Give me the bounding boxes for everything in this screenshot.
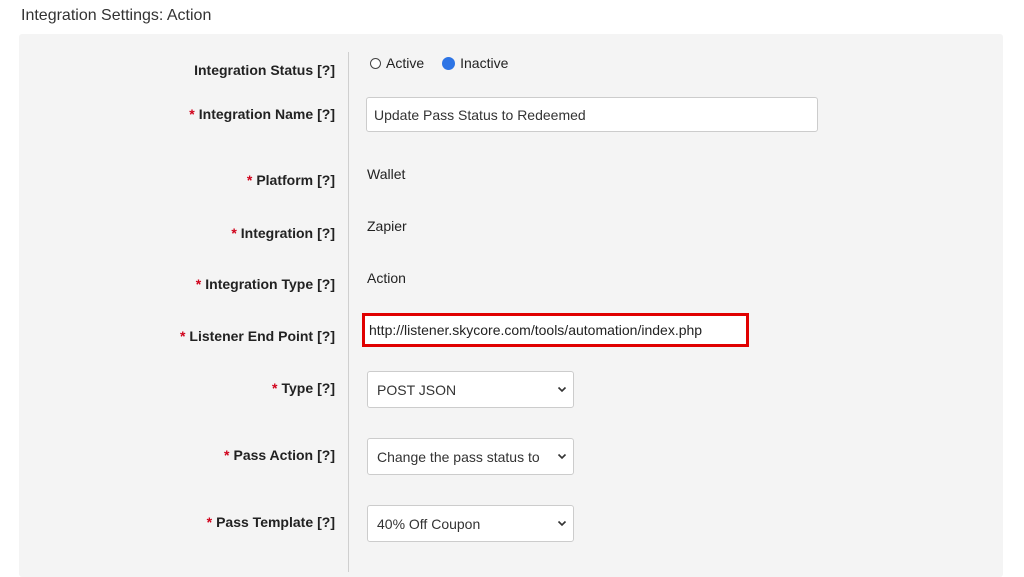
listener-endpoint-highlight: http://listener.skycore.com/tools/automa… (362, 313, 749, 347)
radio-inactive[interactable] (442, 56, 456, 70)
status-option-inactive[interactable]: Inactive (442, 55, 508, 71)
status-option-inactive-label: Inactive (460, 55, 509, 71)
type-label: * Type [?] (272, 380, 335, 396)
pass-template-label: * Pass Template [?] (207, 514, 335, 530)
integration-status-label: Integration Status [?] (194, 62, 335, 78)
label-text: Integration Type (205, 276, 314, 292)
label-text: Integration (240, 225, 314, 241)
listener-endpoint-value: http://listener.skycore.com/tools/automa… (369, 322, 703, 338)
chevron-down-icon (557, 453, 567, 460)
required-mark: * (195, 276, 202, 292)
required-mark: * (272, 380, 278, 396)
help-link[interactable]: [?] (317, 328, 335, 344)
integration-type-label: * Integration Type [?] (196, 276, 335, 292)
help-link[interactable]: [?] (317, 225, 335, 241)
integration-name-label: * Integration Name [?] (189, 106, 335, 122)
label-text: Listener End Point (189, 328, 314, 344)
pass-template-select[interactable]: 40% Off Coupon (367, 505, 574, 542)
integration-name-input[interactable] (366, 97, 818, 132)
listener-endpoint-label: * Listener End Point [?] (180, 328, 335, 344)
pass-template-selected-value: 40% Off Coupon (377, 516, 481, 532)
help-link[interactable]: [?] (317, 106, 335, 122)
platform-label: * Platform [?] (247, 172, 335, 188)
chevron-down-icon (557, 386, 567, 393)
label-text: Type (281, 380, 314, 396)
required-mark: * (206, 514, 213, 530)
pass-action-select[interactable]: Change the pass status to (367, 438, 574, 475)
help-link[interactable]: [?] (317, 62, 335, 78)
integration-type-value: Action (367, 270, 406, 286)
integration-status-radio-group: Active Inactive (370, 55, 526, 71)
radio-active[interactable] (370, 57, 381, 69)
label-text: Integration Status (194, 62, 314, 78)
help-link[interactable]: [?] (317, 380, 335, 396)
required-mark: * (224, 447, 230, 463)
help-link[interactable]: [?] (317, 276, 335, 292)
status-option-active-label: Active (386, 55, 425, 71)
platform-value: Wallet (367, 166, 406, 182)
page-title: Integration Settings: Action (21, 7, 212, 24)
type-select[interactable]: POST JSON (367, 371, 574, 408)
pass-action-selected-value: Change the pass status to (377, 449, 540, 465)
chevron-down-icon (557, 520, 567, 527)
type-selected-value: POST JSON (377, 382, 457, 398)
integration-label: * Integration [?] (231, 225, 335, 241)
required-mark: * (246, 172, 253, 188)
column-divider (348, 52, 349, 572)
label-text: Platform (256, 172, 314, 188)
label-text: Pass Template (216, 514, 314, 530)
help-link[interactable]: [?] (317, 447, 335, 463)
help-link[interactable]: [?] (317, 172, 335, 188)
required-mark: * (231, 225, 237, 241)
status-option-active[interactable]: Active (370, 55, 424, 71)
pass-action-label: * Pass Action [?] (224, 447, 335, 463)
help-link[interactable]: [?] (317, 514, 335, 530)
required-mark: * (179, 328, 186, 344)
required-mark: * (189, 106, 195, 122)
label-text: Integration Name (198, 106, 314, 122)
label-text: Pass Action (233, 447, 314, 463)
integration-value: Zapier (367, 218, 407, 234)
